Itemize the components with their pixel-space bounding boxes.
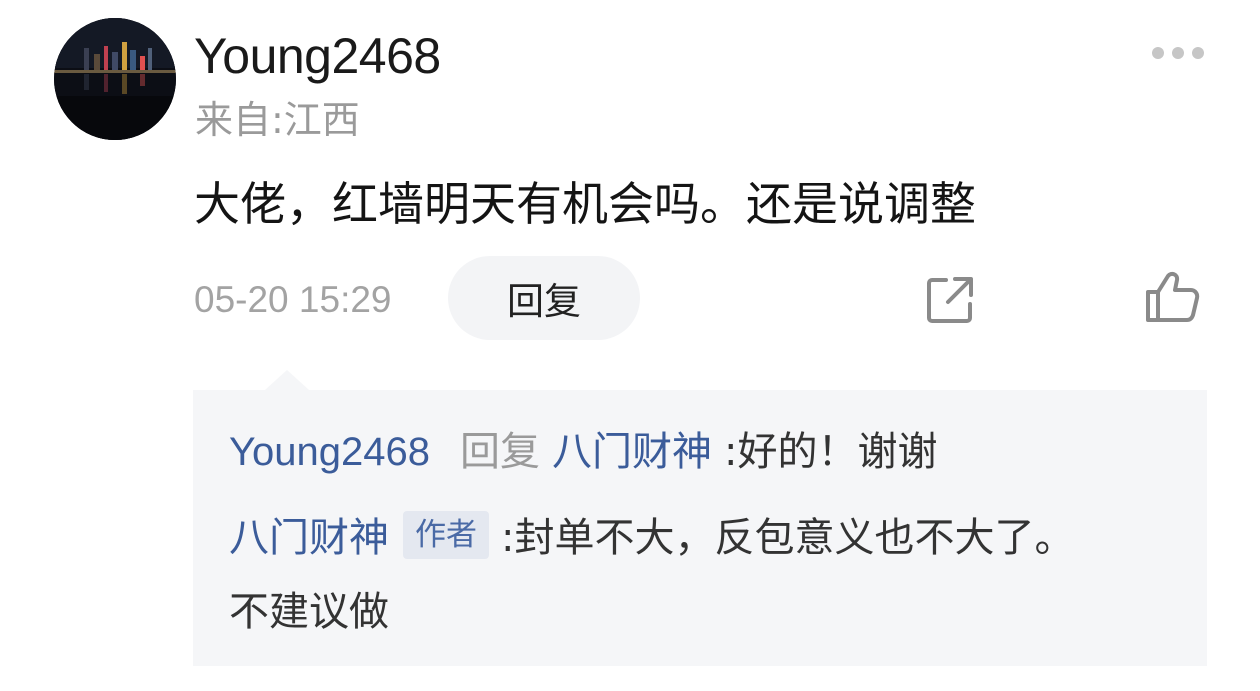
comment-text: 大佬，红墙明天有机会吗。还是说调整	[194, 177, 976, 231]
like-icon[interactable]	[1144, 270, 1200, 324]
sub-reply-text-continued: 不建议做	[229, 589, 389, 635]
comment-item: Young2468 来自:江西 大佬，红墙明天有机会吗。还是说调整 05-20 …	[0, 0, 1260, 691]
avatar[interactable]	[54, 18, 176, 140]
reply-box-caret	[265, 370, 309, 390]
username[interactable]: Young2468	[194, 26, 441, 86]
sub-reply-author[interactable]: Young2468	[229, 430, 430, 474]
more-icon[interactable]	[1148, 40, 1208, 66]
sub-reply-text: 封单不大，反包意义也不大了。	[514, 515, 1075, 561]
timestamp: 05-20 15:29	[194, 279, 392, 320]
share-icon[interactable]	[924, 274, 976, 326]
colon: :	[723, 429, 738, 475]
sub-reply-target[interactable]: 八门财神	[552, 429, 712, 475]
avatar-image	[54, 18, 176, 140]
sub-reply-box: Young2468 回复 八门财神:好的！谢谢 八门财神 作者:封单不大，反包意义也不…	[193, 390, 1207, 666]
sub-reply-author[interactable]: 八门财神	[229, 515, 389, 561]
location-label: 来自:江西	[195, 98, 360, 142]
author-badge: 作者	[403, 511, 489, 559]
colon: :	[501, 515, 515, 561]
sub-reply-2-continued: 不建议做	[229, 584, 389, 640]
sub-reply-text: 好的！谢谢	[737, 429, 938, 475]
reply-word: 回复	[459, 429, 540, 475]
sub-reply-2: 八门财神 作者:封单不大，反包意义也不大了。	[229, 510, 1074, 566]
reply-button[interactable]: 回复	[448, 256, 640, 340]
sub-reply-1: Young2468 回复 八门财神:好的！谢谢	[229, 424, 937, 480]
